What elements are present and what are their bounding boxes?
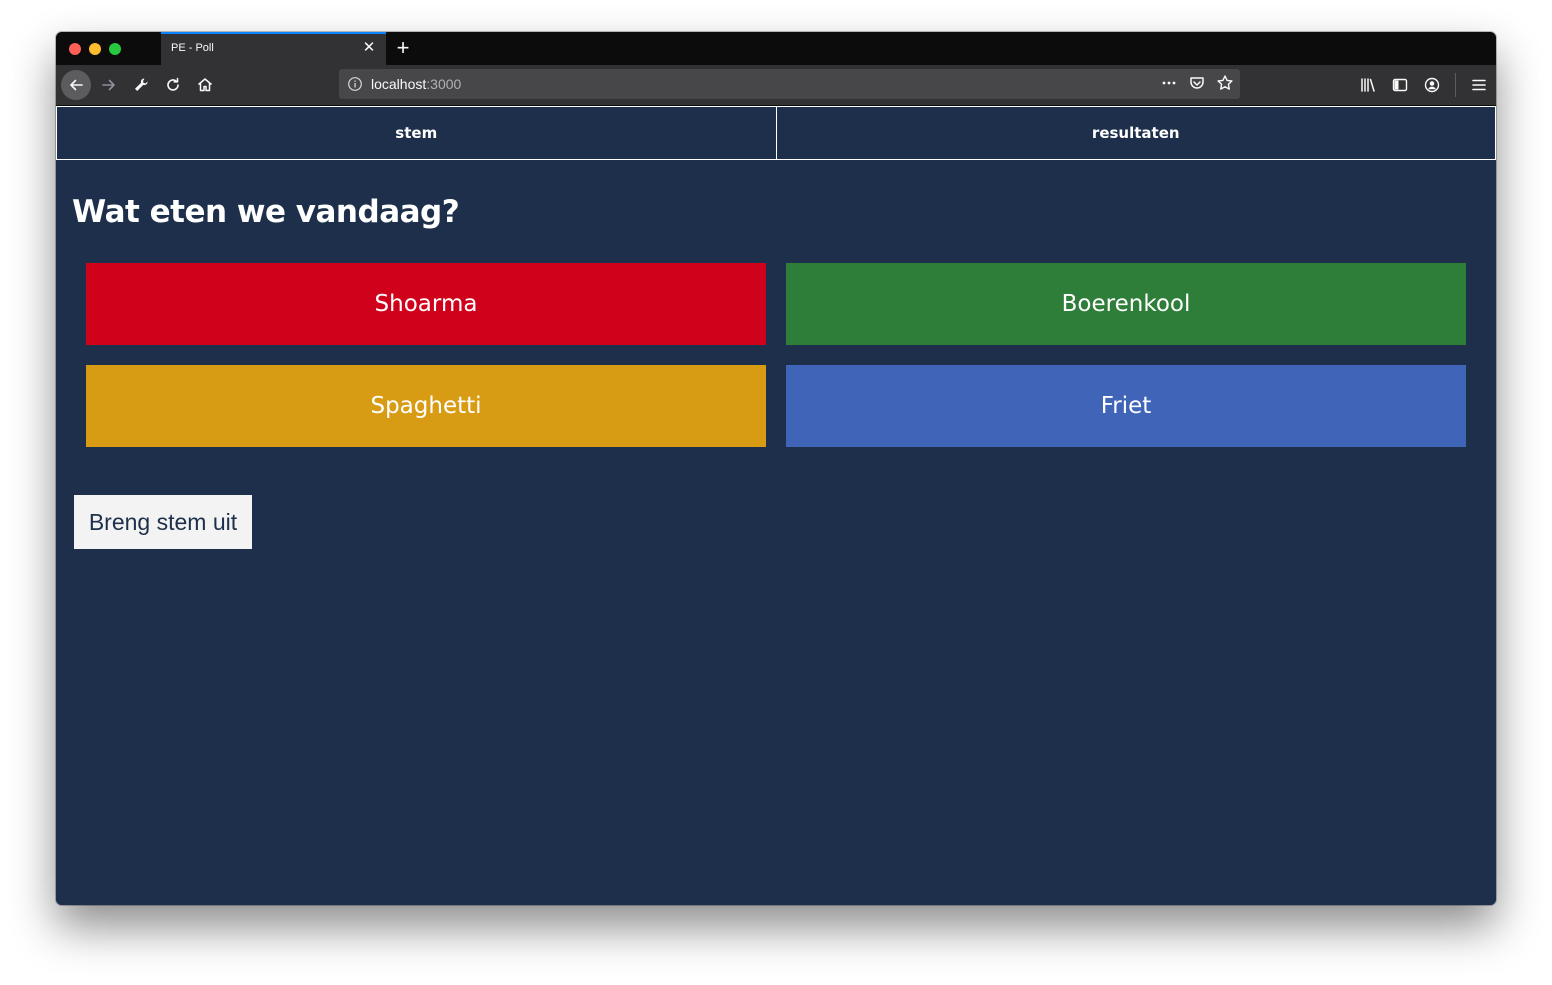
url-bar[interactable]: localhost:3000	[339, 69, 1240, 99]
browser-tab[interactable]: PE - Poll ✕	[161, 32, 386, 65]
library-icon[interactable]	[1359, 74, 1377, 96]
option-friet[interactable]: Friet	[786, 365, 1466, 447]
browser-toolbar: localhost:3000	[56, 65, 1496, 106]
bookmark-star-icon[interactable]	[1216, 74, 1234, 92]
new-tab-icon[interactable]: +	[394, 36, 412, 60]
pocket-icon[interactable]	[1188, 74, 1206, 92]
browser-window: PE - Poll ✕ + localhost:3000 stem result…	[56, 32, 1496, 905]
forward-arrow-icon[interactable]	[94, 70, 124, 100]
poll-question: Wat eten we vandaag?	[72, 194, 460, 230]
toolbar-divider	[1455, 73, 1456, 97]
info-icon[interactable]	[347, 76, 363, 92]
url-port: :3000	[426, 76, 462, 92]
url-bar-actions	[1160, 74, 1234, 92]
home-icon[interactable]	[190, 70, 220, 100]
tab-stem[interactable]: stem	[56, 106, 777, 160]
tab-title: PE - Poll	[171, 42, 214, 54]
poll-nav: stem resultaten	[56, 106, 1496, 160]
submit-vote-button[interactable]: Breng stem uit	[74, 495, 252, 549]
more-actions-icon[interactable]	[1160, 74, 1178, 92]
maximize-window-button[interactable]	[109, 43, 121, 55]
option-boerenkool[interactable]: Boerenkool	[786, 263, 1466, 345]
minimize-window-button[interactable]	[89, 43, 101, 55]
sidebar-icon[interactable]	[1391, 74, 1409, 96]
wrench-icon[interactable]	[126, 70, 156, 100]
option-spaghetti[interactable]: Spaghetti	[86, 365, 766, 447]
url-host: localhost	[371, 76, 427, 92]
account-icon[interactable]	[1423, 74, 1441, 96]
tab-strip: PE - Poll ✕ +	[56, 32, 1496, 65]
toolbar-right-actions	[1359, 73, 1488, 97]
tab-resultaten[interactable]: resultaten	[776, 106, 1496, 160]
back-arrow-icon[interactable]	[61, 70, 91, 100]
close-window-button[interactable]	[69, 43, 81, 55]
tab-close-icon[interactable]: ✕	[361, 40, 377, 56]
page-content: stem resultaten Wat eten we vandaag? Sho…	[56, 106, 1496, 905]
reload-icon[interactable]	[158, 70, 188, 100]
url-text: localhost:3000	[371, 76, 461, 92]
option-shoarma[interactable]: Shoarma	[86, 263, 766, 345]
menu-icon[interactable]	[1470, 74, 1488, 96]
